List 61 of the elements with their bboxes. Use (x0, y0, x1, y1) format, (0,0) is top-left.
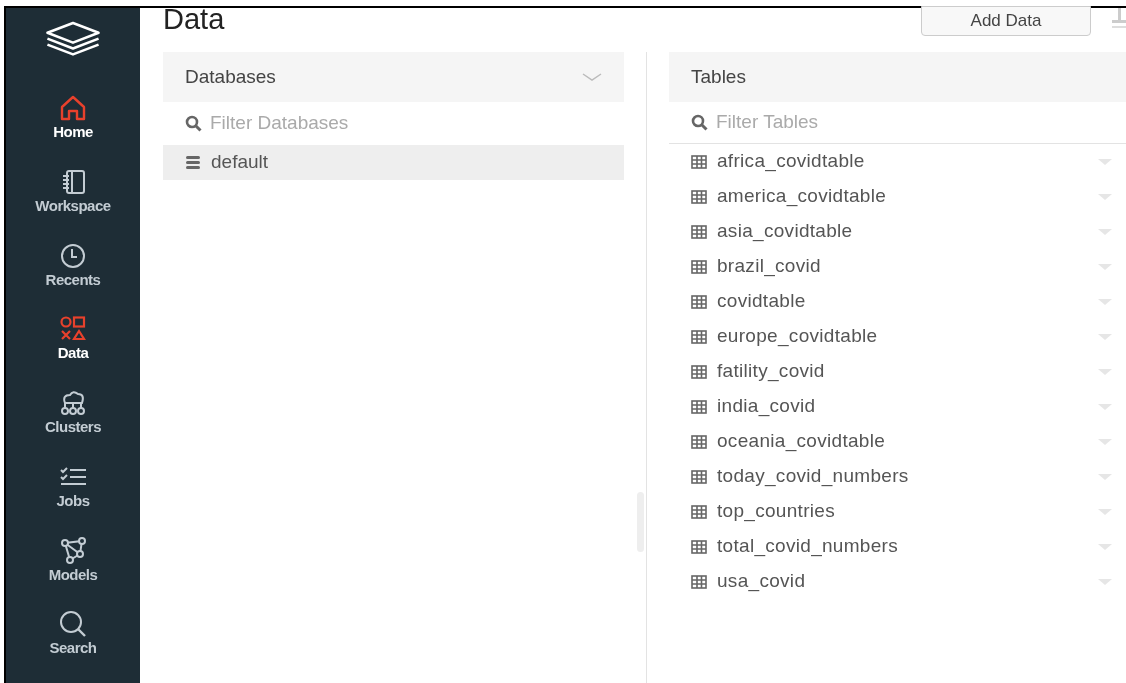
table-icon (691, 504, 707, 519)
table-icon (691, 259, 707, 274)
table-name[interactable]: total_covid_numbers (717, 532, 899, 561)
table-icon (691, 574, 707, 589)
search-icon (691, 114, 708, 131)
caret-down-icon[interactable] (1098, 473, 1112, 480)
table-icon (691, 189, 707, 204)
tables-heading: Tables (691, 64, 746, 89)
sidebar-item[interactable]: Home (6, 93, 140, 167)
caret-down-icon[interactable] (1098, 263, 1112, 270)
table-name[interactable]: oceania_covidtable (717, 427, 886, 456)
sidebar-item[interactable]: Workspace (6, 167, 140, 241)
page-title: Data (163, 4, 225, 34)
table-name[interactable]: asia_covidtable (717, 217, 853, 246)
table-icon (691, 154, 707, 169)
table-icon (691, 539, 707, 554)
chevron-down-icon[interactable] (582, 72, 602, 82)
caret-down-icon[interactable] (1098, 403, 1112, 410)
table-name[interactable]: top_countries (717, 497, 835, 526)
table-name[interactable]: brazil_covid (717, 252, 821, 281)
table-icon (691, 329, 707, 344)
table-icon (691, 294, 707, 309)
caret-down-icon[interactable] (1098, 578, 1112, 585)
caret-down-icon[interactable] (1098, 228, 1112, 235)
filter-tables-field[interactable]: Filter Tables (716, 108, 1016, 137)
sidebar-item[interactable]: Models (6, 535, 140, 610)
table-icon (691, 434, 707, 449)
search-icon (185, 115, 202, 132)
database-item[interactable]: default (163, 145, 624, 180)
table-icon (691, 399, 707, 414)
table-name[interactable]: covidtable (717, 287, 806, 316)
caret-down-icon[interactable] (1098, 543, 1112, 550)
table-icon (691, 364, 707, 379)
pin-icon[interactable] (1112, 8, 1126, 30)
table-icon (691, 469, 707, 484)
table-icon (691, 224, 707, 239)
network-icon (58, 535, 88, 566)
add-data-button[interactable]: Add Data (921, 6, 1091, 36)
table-name[interactable]: india_covid (717, 392, 816, 421)
table-name[interactable]: america_covidtable (717, 182, 887, 211)
caret-down-icon[interactable] (1098, 158, 1112, 165)
caret-down-icon[interactable] (1098, 298, 1112, 305)
caret-down-icon[interactable] (1098, 508, 1112, 515)
sidebar-item[interactable]: Clusters (6, 388, 140, 462)
table-name[interactable]: europe_covidtable (717, 322, 878, 351)
sidebar-item[interactable]: Jobs (6, 461, 140, 536)
databases-header[interactable]: Databases (163, 52, 624, 102)
caret-down-icon[interactable] (1098, 438, 1112, 445)
filter-databases-field[interactable]: Filter Databases (210, 109, 510, 138)
sidebar-item[interactable]: Search (6, 609, 140, 683)
table-name[interactable]: today_covid_numbers (717, 462, 909, 491)
caret-down-icon[interactable] (1098, 333, 1112, 340)
table-name[interactable]: usa_covid (717, 567, 806, 596)
sidebar-item[interactable]: Recents (6, 240, 140, 315)
table-name[interactable]: fatility_covid (717, 357, 825, 386)
caret-down-icon[interactable] (1098, 193, 1112, 200)
database-icon (185, 154, 201, 171)
table-name[interactable]: africa_covidtable (717, 147, 865, 176)
sidebar-item[interactable]: Data (6, 314, 140, 389)
caret-down-icon[interactable] (1098, 368, 1112, 375)
databases-heading: Databases (185, 64, 276, 89)
